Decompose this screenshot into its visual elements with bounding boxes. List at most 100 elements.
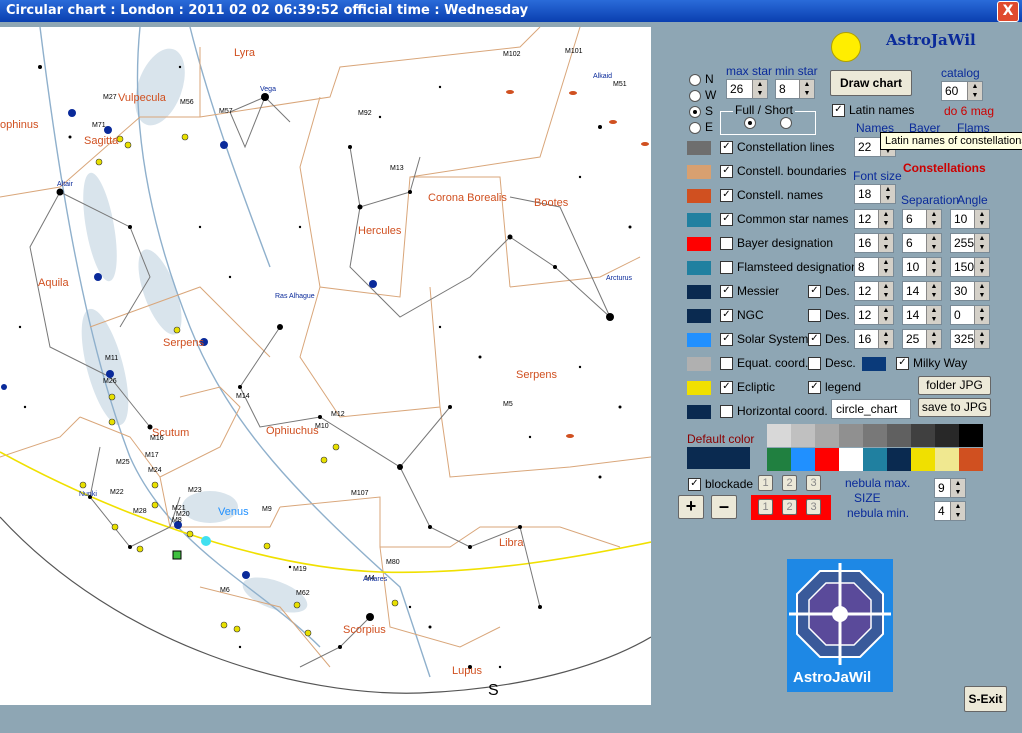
direction-w-radio[interactable] xyxy=(689,90,701,102)
palette-swatch[interactable] xyxy=(863,448,887,471)
palette-swatch[interactable] xyxy=(935,424,959,447)
legend-checkbox[interactable]: ✓ xyxy=(808,381,821,394)
palette-swatch[interactable] xyxy=(887,448,911,471)
palette-swatch[interactable] xyxy=(959,448,983,471)
angle-spinner[interactable]: 0 ▲ ▼ xyxy=(950,305,990,325)
palette-swatch[interactable] xyxy=(815,424,839,447)
flamsteed-color[interactable] xyxy=(687,261,711,275)
direction-s-radio[interactable] xyxy=(689,106,701,118)
font-spinner[interactable]: 8 ▲ ▼ xyxy=(854,257,894,277)
palette-swatch[interactable] xyxy=(815,448,839,471)
font-spinner[interactable]: 16 ▲ ▼ xyxy=(854,329,894,349)
save-jpg-button[interactable]: save to JPG xyxy=(918,398,991,417)
palette-swatch[interactable] xyxy=(863,424,887,447)
milky-way-checkbox[interactable]: ✓ xyxy=(896,357,909,370)
palette-swatch[interactable] xyxy=(767,448,791,471)
font-spinner[interactable]: 16 ▲ ▼ xyxy=(854,233,894,253)
blockade-checkbox[interactable]: ✓ xyxy=(688,478,701,491)
messier-color[interactable] xyxy=(687,285,711,299)
palette-swatch[interactable] xyxy=(791,448,815,471)
messier-checkbox[interactable]: ✓ xyxy=(720,285,733,298)
max-star-spinner[interactable]: 26 ▲ ▼ xyxy=(726,79,768,99)
palette-swatch[interactable] xyxy=(767,424,791,447)
constell-names-color[interactable] xyxy=(687,189,711,203)
palette-swatch[interactable] xyxy=(935,448,959,471)
palette-swatch[interactable] xyxy=(959,424,983,447)
ecliptic-color[interactable] xyxy=(687,381,711,395)
nebula-min-spinner[interactable]: 4 ▲ ▼ xyxy=(934,501,966,521)
milky-way-color[interactable] xyxy=(862,357,886,371)
angle-spinner[interactable]: 255 ▲ ▼ xyxy=(950,233,990,253)
flamsteed-checkbox[interactable] xyxy=(720,261,733,274)
angle-spinner[interactable]: 10 ▲ ▼ xyxy=(950,209,990,229)
red-1-button[interactable]: 1 xyxy=(758,499,773,515)
solar-des-checkbox[interactable]: ✓ xyxy=(808,333,821,346)
option-label: Bayer designation xyxy=(737,236,834,250)
full-radio[interactable] xyxy=(744,117,756,129)
horizontal-checkbox[interactable] xyxy=(720,405,733,418)
star-chart[interactable]: Lyra Vulpecula Sagitta Aquila Corona Bor… xyxy=(0,27,651,705)
constellation-lines-color[interactable] xyxy=(687,141,711,155)
close-button[interactable]: X xyxy=(997,1,1019,22)
zoom-in-button[interactable]: + xyxy=(678,495,704,519)
short-radio[interactable] xyxy=(780,117,792,129)
solar-system-color[interactable] xyxy=(687,333,711,347)
separation-spinner[interactable]: 25 ▲ ▼ xyxy=(902,329,942,349)
ecliptic-checkbox[interactable]: ✓ xyxy=(720,381,733,394)
folder-jpg-button[interactable]: folder JPG xyxy=(918,376,991,395)
messier-des-checkbox[interactable]: ✓ xyxy=(808,285,821,298)
constellation-lines-checkbox[interactable]: ✓ xyxy=(720,141,733,154)
font-spinner[interactable]: 12 ▲ ▼ xyxy=(854,281,894,301)
blockade-1-button[interactable]: 1 xyxy=(758,475,773,491)
red-3-button[interactable]: 3 xyxy=(806,499,821,515)
font-spinner[interactable]: 12 ▲ ▼ xyxy=(854,209,894,229)
boundaries-color[interactable] xyxy=(687,165,711,179)
default-color-swatch[interactable] xyxy=(687,447,750,469)
palette-swatch[interactable] xyxy=(911,424,935,447)
ngc-des-checkbox[interactable] xyxy=(808,309,821,322)
separation-spinner[interactable]: 6 ▲ ▼ xyxy=(902,209,942,229)
horizontal-color[interactable] xyxy=(687,405,711,419)
solar-system-checkbox[interactable]: ✓ xyxy=(720,333,733,346)
blockade-2-button[interactable]: 2 xyxy=(782,475,797,491)
separation-spinner[interactable]: 14 ▲ ▼ xyxy=(902,281,942,301)
palette-swatch[interactable] xyxy=(911,448,935,471)
bayer-checkbox[interactable] xyxy=(720,237,733,250)
separation-spinner[interactable]: 14 ▲ ▼ xyxy=(902,305,942,325)
boundaries-checkbox[interactable]: ✓ xyxy=(720,165,733,178)
palette-swatch[interactable] xyxy=(887,424,911,447)
draw-chart-button[interactable]: Draw chart xyxy=(830,70,912,96)
palette-swatch[interactable] xyxy=(839,448,863,471)
min-star-label: min star xyxy=(775,64,818,78)
blockade-3-button[interactable]: 3 xyxy=(806,475,821,491)
font-spinner[interactable]: 12 ▲ ▼ xyxy=(854,305,894,325)
direction-e-radio[interactable] xyxy=(689,122,701,134)
red-2-button[interactable]: 2 xyxy=(782,499,797,515)
separation-spinner[interactable]: 10 ▲ ▼ xyxy=(902,257,942,277)
font-size-spinner[interactable]: 18 ▲ ▼ xyxy=(854,184,896,204)
exit-button[interactable]: S-Exit xyxy=(964,686,1007,712)
separation-spinner[interactable]: 6 ▲ ▼ xyxy=(902,233,942,253)
ngc-checkbox[interactable]: ✓ xyxy=(720,309,733,322)
bayer-color[interactable] xyxy=(687,237,711,251)
star-names-checkbox[interactable]: ✓ xyxy=(720,213,733,226)
latin-names-checkbox[interactable]: ✓ xyxy=(832,104,845,117)
star-names-color[interactable] xyxy=(687,213,711,227)
catalog-spinner[interactable]: 60 ▲ ▼ xyxy=(941,81,983,101)
palette-swatch[interactable] xyxy=(791,424,815,447)
equat-color[interactable] xyxy=(687,357,711,371)
angle-spinner[interactable]: 150 ▲ ▼ xyxy=(950,257,990,277)
ngc-color[interactable] xyxy=(687,309,711,323)
messier-label: M12 xyxy=(331,411,345,418)
min-star-spinner[interactable]: 8 ▲ ▼ xyxy=(775,79,815,99)
filename-input[interactable]: circle_chart xyxy=(831,399,911,419)
zoom-out-button[interactable]: – xyxy=(711,495,737,519)
palette-swatch[interactable] xyxy=(839,424,863,447)
equat-checkbox[interactable] xyxy=(720,357,733,370)
constell-names-checkbox[interactable]: ✓ xyxy=(720,189,733,202)
nebula-max-spinner[interactable]: 9 ▲ ▼ xyxy=(934,478,966,498)
angle-spinner[interactable]: 30 ▲ ▼ xyxy=(950,281,990,301)
direction-n-radio[interactable] xyxy=(689,74,701,86)
angle-spinner[interactable]: 325 ▲ ▼ xyxy=(950,329,990,349)
desc-checkbox[interactable] xyxy=(808,357,821,370)
